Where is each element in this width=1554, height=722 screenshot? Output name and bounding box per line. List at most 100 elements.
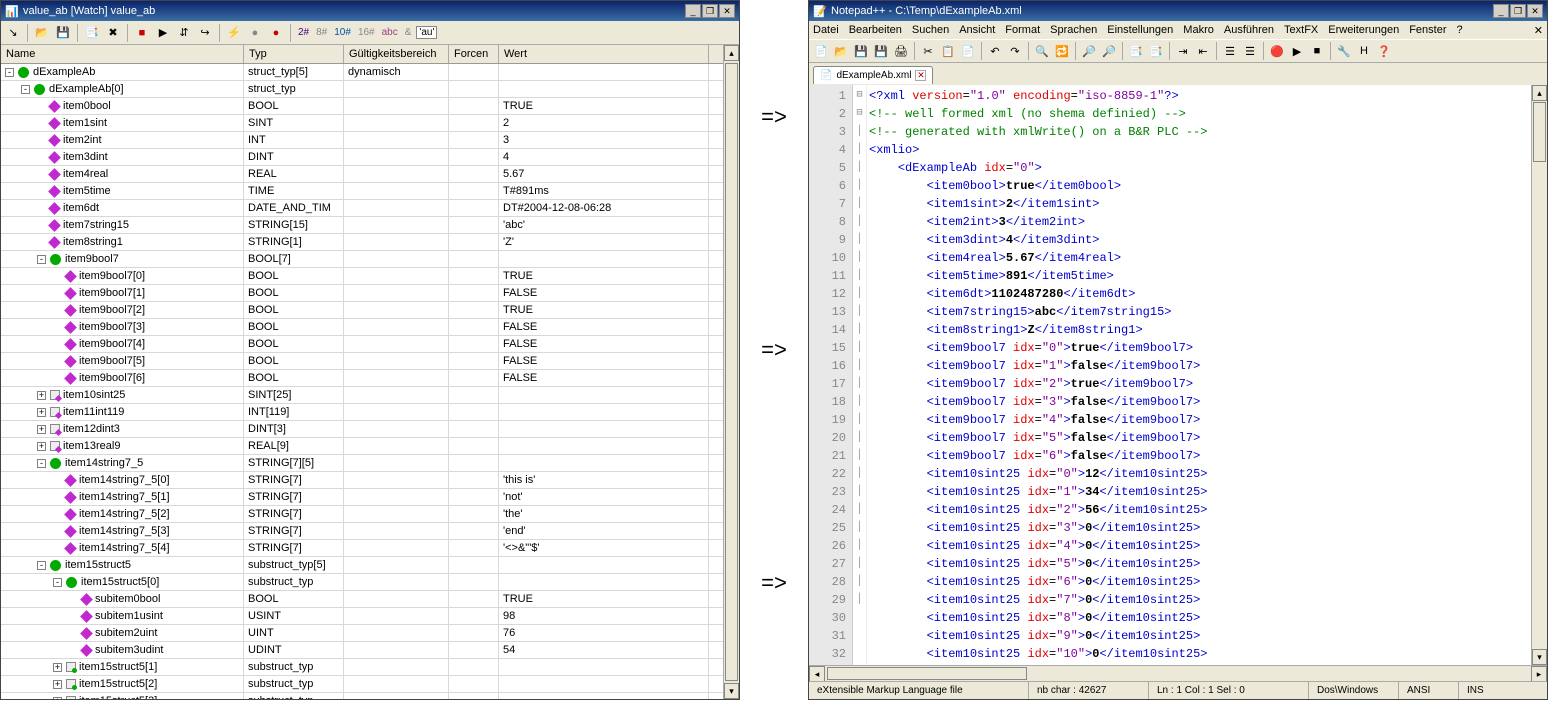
variable-value[interactable]: FALSE bbox=[499, 353, 709, 369]
table-row[interactable]: +item15struct5[1]substruct_typ bbox=[1, 659, 723, 676]
menu-sprachen[interactable]: Sprachen bbox=[1050, 24, 1097, 36]
code-line[interactable]: <item5time>891</item5time> bbox=[869, 267, 1529, 285]
editor-area[interactable]: 1234567891011121314151617181920212223242… bbox=[809, 85, 1547, 665]
variable-value[interactable]: TRUE bbox=[499, 591, 709, 607]
variable-force[interactable] bbox=[449, 149, 499, 165]
menu-close-x[interactable]: ✕ bbox=[1534, 24, 1543, 37]
code-line[interactable]: <item10sint25 idx="9">0</item10sint25> bbox=[869, 627, 1529, 645]
toolbar-button-icon[interactable]: H bbox=[1355, 42, 1373, 60]
variable-force[interactable] bbox=[449, 642, 499, 658]
code-line[interactable]: <item9bool7 idx="0">true</item9bool7> bbox=[869, 339, 1529, 357]
arrow-icon[interactable]: ↘ bbox=[4, 24, 22, 42]
variable-value[interactable]: 3 bbox=[499, 132, 709, 148]
code-line[interactable]: <item9bool7 idx="5">false</item9bool7> bbox=[869, 429, 1529, 447]
variable-force[interactable] bbox=[449, 591, 499, 607]
record-stop-icon[interactable]: ■ bbox=[133, 24, 151, 42]
variable-force[interactable] bbox=[449, 217, 499, 233]
expand-toggle[interactable]: - bbox=[37, 459, 46, 468]
table-row[interactable]: item14string7_5[2]STRING[7]'the' bbox=[1, 506, 723, 523]
variable-value[interactable]: FALSE bbox=[499, 319, 709, 335]
toolbar-button-icon[interactable]: ☰ bbox=[1221, 42, 1239, 60]
variable-value[interactable]: 'end' bbox=[499, 523, 709, 539]
menu-datei[interactable]: Datei bbox=[813, 24, 839, 36]
code-line[interactable]: <item10sint25 idx="8">0</item10sint25> bbox=[869, 609, 1529, 627]
radix-10-button[interactable]: 10# bbox=[332, 27, 353, 38]
code-line[interactable]: <item9bool7 idx="2">true</item9bool7> bbox=[869, 375, 1529, 393]
scroll-left-button[interactable]: ◂ bbox=[809, 666, 825, 682]
variable-force[interactable] bbox=[449, 251, 499, 267]
toolbar-button-icon[interactable]: ⇤ bbox=[1194, 42, 1212, 60]
save-icon[interactable]: 💾 bbox=[54, 24, 72, 42]
toolbar-button-icon[interactable]: 💾 bbox=[872, 42, 890, 60]
variable-force[interactable] bbox=[449, 166, 499, 182]
toolbar-button-icon[interactable]: 📑 bbox=[1147, 42, 1165, 60]
variable-force[interactable] bbox=[449, 506, 499, 522]
toolbar-button-icon[interactable]: 📑 bbox=[1127, 42, 1145, 60]
variable-value[interactable]: 54 bbox=[499, 642, 709, 658]
variable-force[interactable] bbox=[449, 353, 499, 369]
record-play-icon[interactable]: ▶ bbox=[154, 24, 172, 42]
code-line[interactable]: <item10sint25 idx="5">0</item10sint25> bbox=[869, 555, 1529, 573]
variable-value[interactable]: TRUE bbox=[499, 268, 709, 284]
code-line[interactable]: <item9bool7 idx="4">false</item9bool7> bbox=[869, 411, 1529, 429]
expand-toggle[interactable]: + bbox=[53, 663, 62, 672]
variable-value[interactable]: 'not' bbox=[499, 489, 709, 505]
variable-force[interactable] bbox=[449, 387, 499, 403]
code-line[interactable]: <item4real>5.67</item4real> bbox=[869, 249, 1529, 267]
menu-makro[interactable]: Makro bbox=[1183, 24, 1214, 36]
toolbar-button-icon[interactable]: ⇥ bbox=[1174, 42, 1192, 60]
variable-force[interactable] bbox=[449, 132, 499, 148]
scroll-thumb-h[interactable] bbox=[827, 667, 1027, 680]
menu-einstellungen[interactable]: Einstellungen bbox=[1107, 24, 1173, 36]
toolbar-button-icon[interactable]: 🖨 bbox=[892, 42, 910, 60]
expand-toggle[interactable]: + bbox=[53, 697, 62, 700]
table-row[interactable]: -item9bool7BOOL[7] bbox=[1, 251, 723, 268]
code-line[interactable]: <item8string1>Z</item8string1> bbox=[869, 321, 1529, 339]
watch-title-bar[interactable]: 📊 value_ab [Watch] value_ab _ ❐ ✕ bbox=[1, 1, 739, 21]
table-row[interactable]: item9bool7[5]BOOLFALSE bbox=[1, 353, 723, 370]
variable-value[interactable]: 76 bbox=[499, 625, 709, 641]
tab-dexampleab[interactable]: 📄 dExampleAb.xml ✕ bbox=[813, 66, 933, 84]
minimize-button[interactable]: _ bbox=[1493, 4, 1509, 18]
col-scope-header[interactable]: Gültigkeitsbereich bbox=[344, 45, 449, 63]
expand-toggle[interactable]: + bbox=[53, 680, 62, 689]
radix-abc-button[interactable]: abc bbox=[380, 27, 400, 38]
code-line[interactable]: <item10sint25 idx="0">12</item10sint25> bbox=[869, 465, 1529, 483]
npp-title-bar[interactable]: 📝 Notepad++ - C:\Temp\dExampleAb.xml _ ❐… bbox=[809, 1, 1547, 21]
variable-value[interactable]: FALSE bbox=[499, 285, 709, 301]
col-typ-header[interactable]: Typ bbox=[244, 45, 344, 63]
menu-ansicht[interactable]: Ansicht bbox=[959, 24, 995, 36]
variable-value[interactable]: 5.67 bbox=[499, 166, 709, 182]
open-icon[interactable]: 📂 bbox=[33, 24, 51, 42]
expand-toggle[interactable]: - bbox=[5, 68, 14, 77]
table-row[interactable]: item4realREAL5.67 bbox=[1, 166, 723, 183]
variable-force[interactable] bbox=[449, 557, 499, 573]
code-line[interactable]: <!-- generated with xmlWrite() on a B&R … bbox=[869, 123, 1529, 141]
variable-force[interactable] bbox=[449, 625, 499, 641]
tab-close-icon[interactable]: ✕ bbox=[915, 70, 926, 81]
variable-force[interactable] bbox=[449, 98, 499, 114]
variable-value[interactable]: 4 bbox=[499, 149, 709, 165]
expand-toggle[interactable]: - bbox=[37, 561, 46, 570]
toolbar-button-icon[interactable]: 📂 bbox=[832, 42, 850, 60]
variable-value[interactable] bbox=[499, 81, 709, 97]
scroll-right-button[interactable]: ▸ bbox=[1531, 666, 1547, 682]
col-force-header[interactable]: Forcen bbox=[449, 45, 499, 63]
editor-scrollbar-horizontal[interactable]: ◂ ▸ bbox=[809, 665, 1547, 681]
menu-erweiterungen[interactable]: Erweiterungen bbox=[1328, 24, 1399, 36]
table-row[interactable]: +item15struct5[3]substruct_typ bbox=[1, 693, 723, 699]
expand-toggle[interactable]: - bbox=[21, 85, 30, 94]
table-row[interactable]: +item15struct5[2]substruct_typ bbox=[1, 676, 723, 693]
variable-value[interactable] bbox=[499, 438, 709, 454]
variable-force[interactable] bbox=[449, 200, 499, 216]
variable-value[interactable] bbox=[499, 251, 709, 267]
table-row[interactable]: item14string7_5[0]STRING[7]'this is' bbox=[1, 472, 723, 489]
toolbar-button-icon[interactable]: 📄 bbox=[812, 42, 830, 60]
variable-force[interactable] bbox=[449, 574, 499, 590]
editor-scrollbar-vertical[interactable]: ▴ ▾ bbox=[1531, 85, 1547, 665]
table-row[interactable]: +item13real9REAL[9] bbox=[1, 438, 723, 455]
variable-value[interactable] bbox=[499, 676, 709, 692]
variable-value[interactable] bbox=[499, 404, 709, 420]
table-row[interactable]: -dExampleAb[0]struct_typ bbox=[1, 81, 723, 98]
variable-value[interactable]: TRUE bbox=[499, 302, 709, 318]
